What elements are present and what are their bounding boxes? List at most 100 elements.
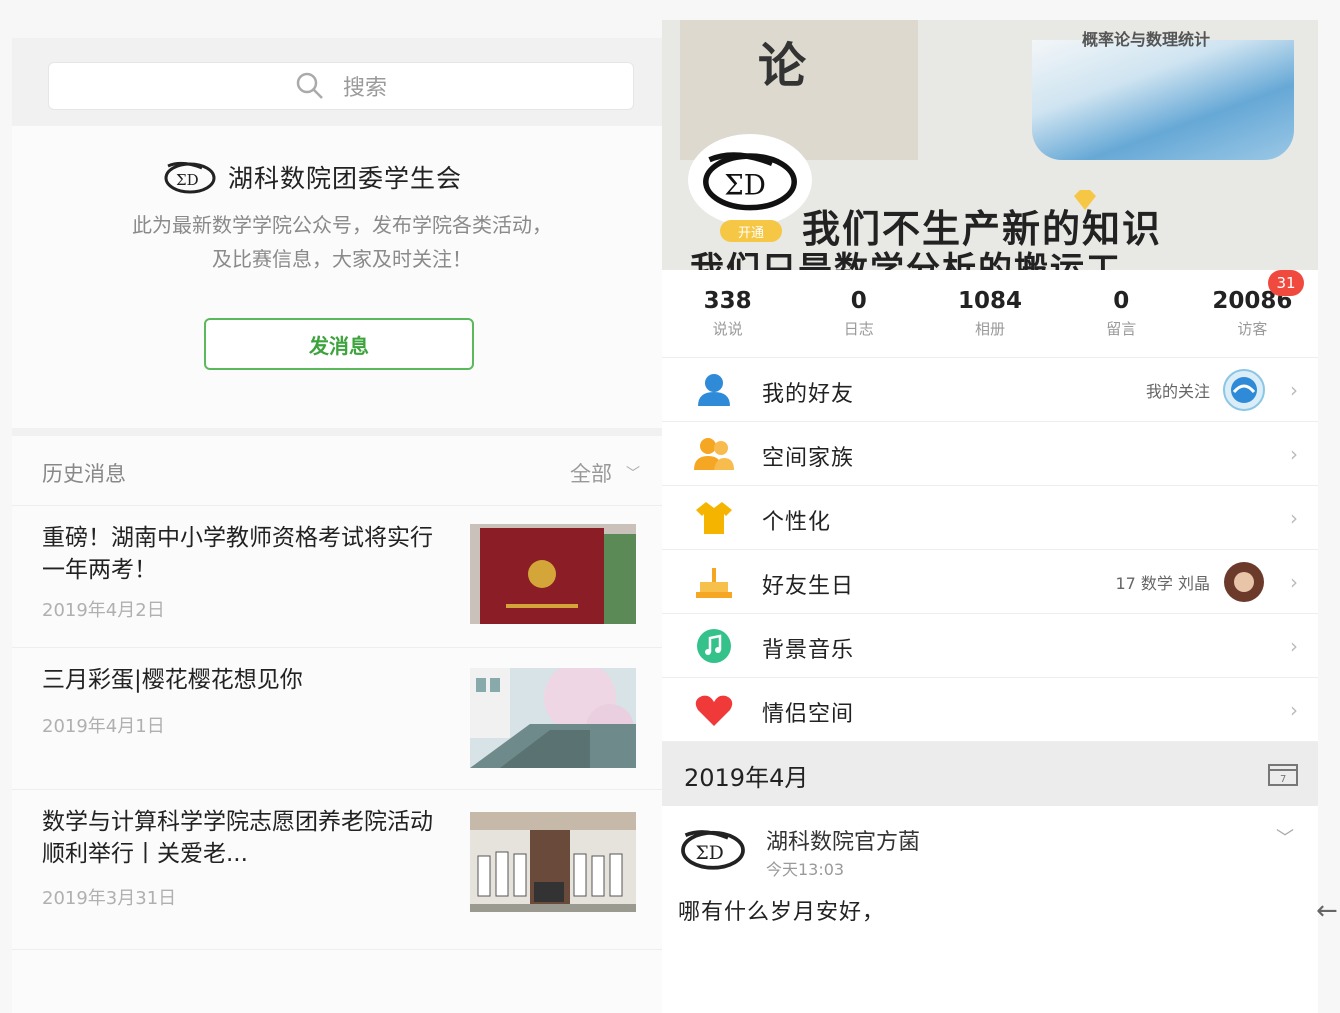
book-title-char: 论 bbox=[758, 38, 807, 94]
stat-blogs[interactable]: 0 日志 bbox=[793, 270, 924, 357]
notification-badge: 31 bbox=[1268, 270, 1305, 296]
feed-post[interactable]: ΣD 湖科数院官方菌 今天13:03 ﹀ 哪有什么岁月安好， bbox=[662, 806, 1318, 1013]
vip-open-button[interactable]: 开通 bbox=[720, 220, 782, 242]
stat-value: 338 bbox=[703, 288, 752, 314]
menu-item-family[interactable]: 空间家族 › bbox=[662, 422, 1318, 486]
stat-label: 留言 bbox=[1106, 320, 1137, 338]
account-name: 湖科数院团委学生会 bbox=[228, 164, 463, 193]
chevron-down-icon: ﹀ bbox=[626, 466, 640, 482]
family-icon bbox=[694, 438, 734, 470]
heart-icon bbox=[695, 695, 733, 726]
menu-list: 我的好友 我的关注 › 空间家族 › 个性化 › 好友生日 17 数学 刘晶 ›… bbox=[662, 358, 1318, 742]
svg-text:7: 7 bbox=[1280, 774, 1286, 785]
article-item[interactable]: 三月彩蛋|樱花樱花想见你 2019年4月1日 bbox=[12, 648, 662, 790]
follow-avatar-icon bbox=[1223, 369, 1265, 411]
article-item[interactable]: 数学与计算科学学院志愿团养老院活动顺利举行丨关爱老... 2019年3月31日 bbox=[12, 790, 662, 950]
article-item[interactable]: 重磅！湖南中小学教师资格考试将实行一年两考！ 2019年4月2日 bbox=[12, 506, 662, 648]
post-time: 今天13:03 bbox=[766, 860, 845, 879]
stat-albums[interactable]: 1084 相册 bbox=[924, 270, 1055, 357]
article-thumbnail bbox=[470, 812, 636, 912]
stat-visitors[interactable]: 31 20086 访客 bbox=[1187, 270, 1318, 357]
cover-book-right: 概率论与数理统计 bbox=[1032, 30, 1294, 160]
post-text: 哪有什么岁月安好， bbox=[678, 900, 886, 925]
menu-item-birthday[interactable]: 好友生日 17 数学 刘晶 › bbox=[662, 550, 1318, 614]
stat-value: 0 bbox=[850, 288, 867, 314]
cover-image: 论 概率论与数理统计 我们不生产新的知识 我们只是数学分析的搬运工 ΣD 开通 bbox=[662, 20, 1318, 270]
qzone-panel: 论 概率论与数理统计 我们不生产新的知识 我们只是数学分析的搬运工 ΣD 开通 … bbox=[662, 20, 1318, 1013]
stat-messages[interactable]: 0 留言 bbox=[1056, 270, 1187, 357]
menu-item-friends[interactable]: 我的好友 我的关注 › bbox=[662, 358, 1318, 422]
menu-label: 背景音乐 bbox=[762, 638, 855, 663]
stats-bar: 338 说说 0 日志 1084 相册 0 留言 31 20086 访客 bbox=[662, 270, 1318, 358]
cake-icon bbox=[696, 568, 732, 598]
account-header: ΣD 湖科数院团委学生会 bbox=[162, 158, 462, 196]
history-header: 历史消息 全部 ﹀ bbox=[12, 436, 662, 506]
chevron-right-icon: › bbox=[1290, 634, 1298, 658]
stat-value: 0 bbox=[1113, 288, 1130, 314]
month-label: 2019年4月 bbox=[684, 764, 809, 792]
search-icon bbox=[296, 72, 323, 99]
cover-book-left: 论 bbox=[680, 20, 918, 160]
chevron-right-icon: › bbox=[1290, 698, 1298, 722]
following-label: 我的关注 bbox=[1145, 382, 1210, 401]
diamond-icon bbox=[1074, 190, 1096, 210]
friend-avatar bbox=[1224, 562, 1264, 602]
article-date: 2019年3月31日 bbox=[42, 888, 177, 909]
description-line: 及比赛信息，大家及时关注！ bbox=[212, 247, 472, 271]
send-message-button[interactable]: 发消息 bbox=[204, 318, 474, 370]
chevron-right-icon: › bbox=[1290, 378, 1298, 402]
cover-motto-line2: 我们只是数学分析的搬运工 bbox=[690, 250, 1122, 270]
stat-label: 说说 bbox=[712, 320, 743, 338]
article-date: 2019年4月2日 bbox=[42, 600, 165, 621]
certificate-image bbox=[470, 524, 636, 624]
article-title: 三月彩蛋|樱花樱花想见你 bbox=[42, 667, 303, 693]
search-input[interactable]: 搜索 bbox=[48, 62, 634, 110]
article-thumbnail bbox=[470, 524, 636, 624]
chevron-right-icon: › bbox=[1290, 570, 1298, 594]
group-photo-image bbox=[470, 812, 636, 912]
menu-label: 我的好友 bbox=[762, 382, 855, 407]
cherry-blossom-image bbox=[470, 668, 636, 768]
month-header: 2019年4月 7 bbox=[662, 742, 1318, 806]
avatar[interactable]: ΣD bbox=[688, 134, 812, 226]
menu-label: 空间家族 bbox=[762, 446, 855, 471]
chevron-right-icon: › bbox=[1290, 506, 1298, 530]
menu-extra: 我的关注 bbox=[1146, 366, 1270, 414]
article-date: 2019年4月1日 bbox=[42, 716, 165, 737]
music-icon bbox=[697, 629, 731, 663]
svg-text:ΣD: ΣD bbox=[724, 169, 766, 202]
filter-dropdown[interactable]: 全部 ﹀ bbox=[570, 458, 640, 488]
menu-item-couple[interactable]: 情侣空间 › bbox=[662, 678, 1318, 742]
history-title: 历史消息 bbox=[42, 462, 126, 486]
stat-value: 1084 bbox=[958, 288, 1023, 314]
section-divider bbox=[12, 428, 662, 436]
birthday-friend-label: 17 数学 刘晶 bbox=[1115, 574, 1210, 593]
back-arrow-icon[interactable]: ← bbox=[1316, 896, 1338, 926]
menu-label: 情侣空间 bbox=[762, 702, 855, 727]
friend-icon bbox=[698, 374, 730, 406]
stat-posts[interactable]: 338 说说 bbox=[662, 270, 793, 357]
menu-item-music[interactable]: 背景音乐 › bbox=[662, 614, 1318, 678]
account-logo-icon: ΣD bbox=[681, 830, 745, 870]
account-description: 此为最新数学学院公众号，发布学院各类活动， 及比赛信息，大家及时关注！ bbox=[42, 208, 642, 276]
chevron-down-icon[interactable]: ﹀ bbox=[1276, 824, 1294, 850]
article-thumbnail bbox=[470, 668, 636, 768]
account-logo-icon: ΣD bbox=[164, 161, 216, 194]
shirt-icon bbox=[696, 502, 732, 534]
menu-extra: 17 数学 刘晶 bbox=[1115, 558, 1270, 606]
menu-label: 个性化 bbox=[762, 510, 832, 535]
stat-label: 访客 bbox=[1237, 320, 1268, 338]
chevron-right-icon: › bbox=[1290, 442, 1298, 466]
search-placeholder: 搜索 bbox=[342, 76, 387, 101]
post-author[interactable]: 湖科数院官方菌 bbox=[766, 824, 920, 856]
filter-label: 全部 bbox=[570, 462, 612, 486]
menu-item-personalize[interactable]: 个性化 › bbox=[662, 486, 1318, 550]
svg-text:ΣD: ΣD bbox=[696, 843, 724, 864]
article-title: 数学与计算科学学院志愿团养老院活动顺利举行丨关爱老... bbox=[42, 809, 433, 867]
calendar-icon[interactable]: 7 bbox=[1268, 762, 1298, 786]
account-profile: ΣD 湖科数院团委学生会 此为最新数学学院公众号，发布学院各类活动， 及比赛信息… bbox=[12, 128, 662, 428]
svg-text:ΣD: ΣD bbox=[176, 171, 199, 189]
account-logo-icon: ΣD bbox=[703, 152, 797, 211]
book-title: 概率论与数理统计 bbox=[1082, 30, 1211, 49]
description-line: 此为最新数学学院公众号，发布学院各类活动， bbox=[132, 213, 552, 237]
